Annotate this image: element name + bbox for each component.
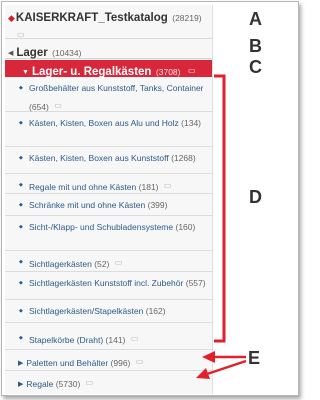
annotation-overlay [196, 74, 247, 379]
arrow-head-icon [196, 368, 210, 379]
screenshot-frame: ◆KAISERKRAFT_Testkatalog (28219) ▭ ◀ Lage… [1, 1, 299, 396]
annotation-bracket-d [214, 74, 226, 343]
arrow-head-icon [202, 351, 215, 363]
annotation-arrow-e-lower [206, 359, 247, 376]
